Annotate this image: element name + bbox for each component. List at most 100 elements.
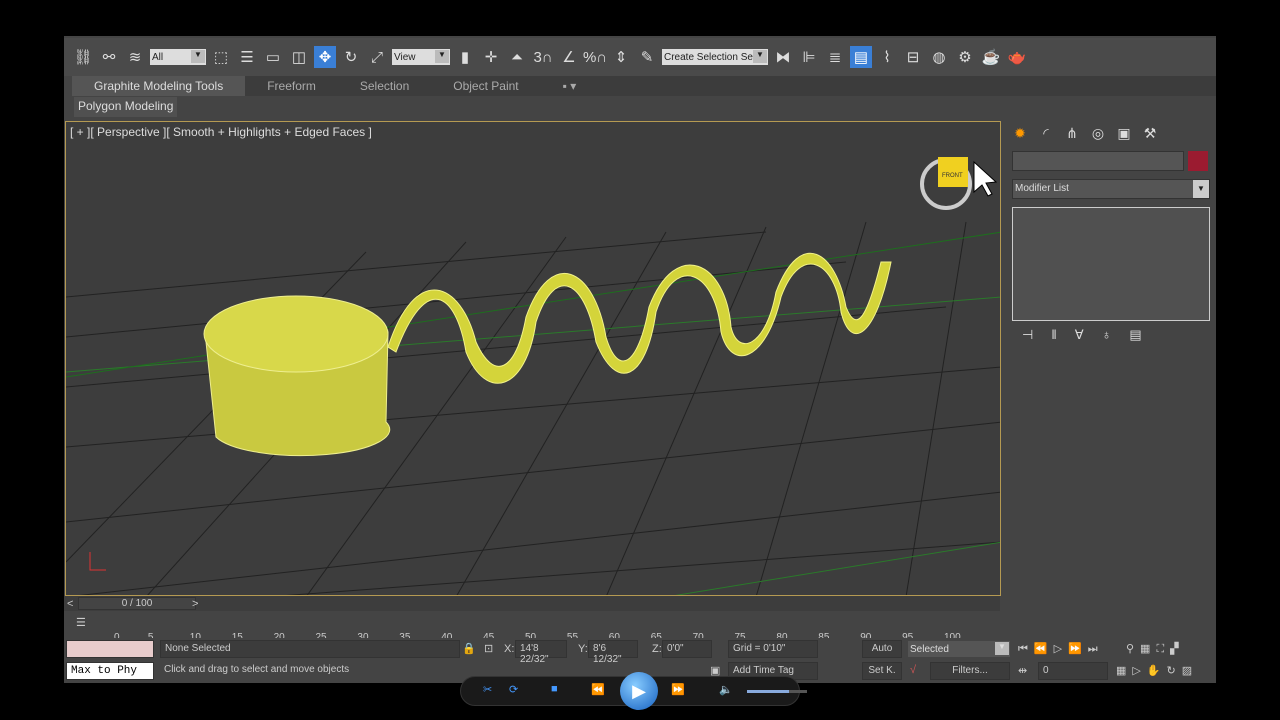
scale-icon[interactable]: ⤢ xyxy=(366,46,388,68)
spinner-snap-icon[interactable]: ⇕ xyxy=(610,46,632,68)
snap-label: 3 xyxy=(533,48,542,66)
move-icon[interactable]: ✥ xyxy=(314,46,336,68)
track-bar[interactable]: ☰ 05101520253035404550556065707580859095… xyxy=(64,612,1000,643)
align-icon[interactable]: ⊫ xyxy=(798,46,820,68)
schematic-view-icon[interactable]: ⊟ xyxy=(902,46,924,68)
z-label: Z: xyxy=(652,643,662,655)
display-tab-icon[interactable]: ▣ xyxy=(1114,125,1134,141)
tab-freeform[interactable]: Freeform xyxy=(245,76,338,96)
selection-filter-select[interactable]: All xyxy=(150,49,206,65)
render-production-icon[interactable]: 🫖 xyxy=(1006,46,1028,68)
pin-stack-icon[interactable]: ⊣ xyxy=(1022,327,1033,343)
fullscreen-icon[interactable]: ✂ xyxy=(483,683,492,696)
object-color-swatch[interactable] xyxy=(1188,151,1208,171)
key-mode-select[interactable]: Selected xyxy=(908,641,1010,657)
lock-selection-icon[interactable]: 🔒 xyxy=(462,642,476,655)
main-toolbar: ⛓ ⚯ ≋ All ⬚ ☰ ▭ ◫ ✥ ↻ ⤢ View ▮ ✛ ⏶ 3∩ ∠ … xyxy=(64,38,1216,76)
next-frame-button[interactable]: > xyxy=(192,598,198,610)
layer-manager-icon[interactable]: ≣ xyxy=(824,46,846,68)
unlink-icon[interactable]: ⚯ xyxy=(98,46,120,68)
key-filters-button[interactable]: Filters... xyxy=(930,662,1010,680)
select-object-icon[interactable]: ⬚ xyxy=(210,46,232,68)
viewport-navigation-controls-2[interactable]: ▦▷✋↻▨ xyxy=(1116,664,1198,677)
y-label: Y: xyxy=(578,643,588,655)
ribbon: Graphite Modeling Tools Freeform Selecti… xyxy=(72,76,1216,96)
tab-graphite-modeling-tools[interactable]: Graphite Modeling Tools xyxy=(72,76,246,96)
mini-curve-editor-icon[interactable]: ☰ xyxy=(76,616,86,629)
auto-key-button[interactable]: Auto xyxy=(862,640,902,658)
snap-toggle-icon[interactable]: 3 ∩ xyxy=(532,46,554,68)
key-tangent-icon[interactable]: √ xyxy=(910,664,916,676)
time-slider-thumb[interactable]: 0 / 100 xyxy=(78,597,196,610)
tab-selection[interactable]: Selection xyxy=(338,76,431,96)
utilities-tab-icon[interactable]: ⚒ xyxy=(1140,125,1160,141)
play-button[interactable]: ▶ xyxy=(620,672,658,710)
modifier-stack[interactable] xyxy=(1012,207,1210,321)
time-slider[interactable]: < 0 / 100 > xyxy=(64,596,1000,611)
hierarchy-tab-icon[interactable]: ⋔ xyxy=(1062,125,1082,141)
motion-tab-icon[interactable]: ◎ xyxy=(1088,125,1108,141)
key-mode-toggle-icon[interactable]: ⇹ xyxy=(1018,664,1027,677)
viewport-label[interactable]: [ + ][ Perspective ][ Smooth + Highlight… xyxy=(70,125,372,139)
spring-object xyxy=(387,253,892,384)
object-name-field[interactable] xyxy=(1012,151,1184,171)
mouse-cursor-icon xyxy=(973,160,998,197)
create-tab-icon[interactable]: ✹ xyxy=(1010,125,1030,141)
reference-coord-select[interactable]: View xyxy=(392,49,450,65)
viewport-navigation-controls[interactable]: ⚲▦⛶▞ xyxy=(1126,642,1185,656)
y-coordinate-field[interactable]: 8'6 12/32" xyxy=(588,640,638,665)
viewcube-face-label: FRONT xyxy=(942,173,963,179)
fast-forward-icon[interactable]: ⏩ xyxy=(671,683,685,696)
render-setup-icon[interactable]: ⚙ xyxy=(954,46,976,68)
percent-snap-icon[interactable]: % ∩ xyxy=(583,46,607,68)
modifier-list-select[interactable]: Modifier List xyxy=(1012,179,1210,199)
graphite-toggle-icon[interactable]: ▤ xyxy=(850,46,872,68)
maxscript-input[interactable]: Max to Phy xyxy=(66,662,154,680)
make-unique-icon[interactable]: ∀ xyxy=(1075,327,1084,343)
volume-icon[interactable]: 🔈 xyxy=(719,683,733,696)
angle-snap-icon[interactable]: ∠ xyxy=(558,46,580,68)
x-label: X: xyxy=(504,643,515,655)
x-coordinate-field[interactable]: 14'8 22/32" xyxy=(515,640,567,665)
named-selection-select[interactable]: Create Selection Se xyxy=(662,49,768,65)
tab-object-paint[interactable]: Object Paint xyxy=(431,76,540,96)
show-end-result-icon[interactable]: ‖ xyxy=(1051,327,1056,343)
bind-space-warp-icon[interactable]: ≋ xyxy=(124,46,146,68)
prev-frame-button[interactable]: < xyxy=(67,598,73,610)
grid-status: Grid = 0'10" xyxy=(728,640,818,658)
playback-controls[interactable]: ⏮⏪▷⏩⏭ xyxy=(1018,642,1104,656)
cylinder-object xyxy=(203,295,391,457)
rendered-frame-icon[interactable]: ☕ xyxy=(980,46,1002,68)
3dsmax-window: ⛓ ⚯ ≋ All ⬚ ☰ ▭ ◫ ✥ ↻ ⤢ View ▮ ✛ ⏶ 3∩ ∠ … xyxy=(64,36,1216,683)
remove-modifier-icon[interactable]: ♁ xyxy=(1102,327,1112,343)
rewind-icon[interactable]: ⏪ xyxy=(591,683,605,696)
edit-named-selection-icon[interactable]: ✎ xyxy=(636,46,658,68)
select-manipulate-icon[interactable]: ✛ xyxy=(480,46,502,68)
modify-tab-icon[interactable]: ◜ xyxy=(1036,125,1056,141)
current-frame-field[interactable]: 0 xyxy=(1038,662,1108,680)
viewcube[interactable]: FRONT xyxy=(920,157,972,210)
configure-sets-icon[interactable]: ▤ xyxy=(1129,327,1141,343)
rect-selection-icon[interactable]: ▭ xyxy=(262,46,284,68)
absolute-mode-icon[interactable]: ⊡ xyxy=(484,642,493,655)
rotate-icon[interactable]: ↻ xyxy=(340,46,362,68)
axis-tripod-icon xyxy=(89,552,106,571)
repeat-icon[interactable]: ⟳ xyxy=(509,683,518,696)
volume-slider[interactable] xyxy=(747,690,807,693)
set-key-button[interactable]: Set K. xyxy=(862,662,902,680)
z-coordinate-field[interactable]: 0'0" xyxy=(662,640,712,658)
polygon-modeling-panel[interactable]: Polygon Modeling xyxy=(74,97,178,117)
mirror-icon[interactable]: ⧓ xyxy=(772,46,794,68)
ribbon-options-icon[interactable]: ▪ ▾ xyxy=(541,76,599,96)
select-by-name-icon[interactable]: ☰ xyxy=(236,46,258,68)
keyboard-shortcut-icon[interactable]: ⏶ xyxy=(506,46,528,68)
viewport-scene: FRONT xyxy=(66,157,1000,595)
link-icon[interactable]: ⛓ xyxy=(72,46,94,68)
perspective-viewport[interactable]: FRONT [ + ][ Perspective ][ Smooth + Hig… xyxy=(65,121,1001,596)
pivot-center-icon[interactable]: ▮ xyxy=(454,46,476,68)
window-crossing-icon[interactable]: ◫ xyxy=(288,46,310,68)
material-editor-icon[interactable]: ◍ xyxy=(928,46,950,68)
curve-editor-icon[interactable]: ⌇ xyxy=(876,46,898,68)
stop-icon[interactable]: ■ xyxy=(551,683,558,695)
maxscript-listener[interactable] xyxy=(66,640,154,658)
